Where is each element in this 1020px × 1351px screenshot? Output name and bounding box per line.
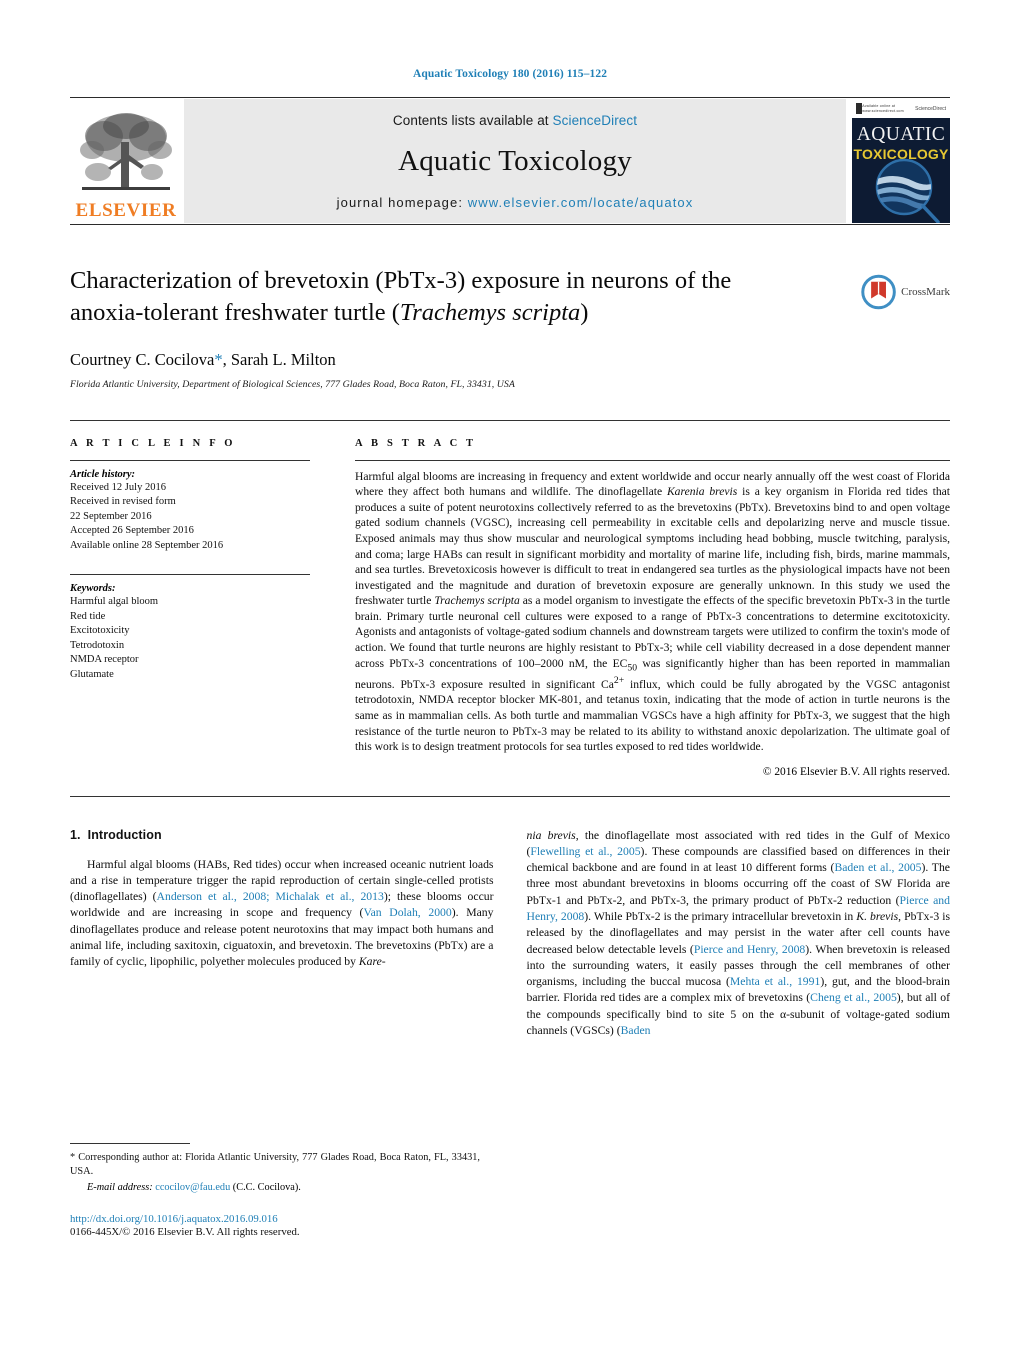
citation-link[interactable]: Mehta et al., 1991 xyxy=(730,975,820,988)
crossmark-label: CrossMark xyxy=(901,286,950,298)
body-columns: 1. Introduction Harmful algal blooms (HAB… xyxy=(70,828,950,1039)
footnote-block: * Corresponding author at: Florida Atlan… xyxy=(70,1143,480,1238)
keyword-item: NMDA receptor xyxy=(70,654,139,666)
intro-paragraph-left: Harmful algal blooms (HABs, Red tides) o… xyxy=(70,857,494,971)
article-history-line: Received 12 July 2016 xyxy=(70,481,166,493)
article-history-line: 22 September 2016 xyxy=(70,510,152,522)
abstract-bottom-rule xyxy=(70,795,950,797)
cover-title-line1: AQUATIC xyxy=(856,124,946,145)
abstract-heading: A B S T R A C T xyxy=(355,437,477,449)
citation-link[interactable]: Cheng et al., 2005 xyxy=(810,991,897,1004)
footnote-rule xyxy=(70,1143,190,1144)
contents-available-line: Contents lists available at ScienceDirec… xyxy=(393,113,637,128)
intro-right-italic-species: nia brevis xyxy=(526,828,576,842)
page-title: Characterization of brevetoxin (PbTx-3) … xyxy=(70,265,870,329)
cover-masthead-right: ScienceDirect xyxy=(915,105,946,112)
email-link[interactable]: ccocilov@fau.edu xyxy=(155,1182,230,1193)
intro-right-italic-kbrevis: K. brevis xyxy=(856,910,899,924)
citation-link[interactable]: Baden et al., 2005 xyxy=(834,861,921,874)
corresponding-author-note: * Corresponding author at: Florida Atlan… xyxy=(70,1152,480,1178)
journal-banner: ELSEVIER Contents lists available at Sci… xyxy=(70,97,950,225)
sciencedirect-link[interactable]: ScienceDirect xyxy=(553,113,638,128)
title-block: Characterization of brevetoxin (PbTx-3) … xyxy=(70,265,950,390)
abstract-text: Harmful algal blooms are increasing in f… xyxy=(355,469,950,755)
author-rest: , Sarah L. Milton xyxy=(222,349,336,369)
cover-artwork-icon xyxy=(875,158,940,223)
journal-homepage-line: journal homepage: www.elsevier.com/locat… xyxy=(337,195,694,210)
intro-paragraph-right: nia brevis, the dinoflagellate most asso… xyxy=(527,828,951,1039)
title-line-2-prefix: anoxia-tolerant freshwater turtle ( xyxy=(70,298,400,326)
article-history-line: Available online 28 September 2016 xyxy=(70,539,224,551)
homepage-prefix: journal homepage: xyxy=(336,195,468,210)
crossmark-icon xyxy=(861,274,896,310)
abstract-rule xyxy=(355,459,950,461)
article-info-column: A R T I C L E I N F O Article history: R… xyxy=(70,438,332,778)
keyword-item: Excitotoxicity xyxy=(70,625,130,637)
banner-center: Contents lists available at ScienceDirec… xyxy=(184,99,846,223)
abstract-column: A B S T R A C T Harmful algal blooms are… xyxy=(332,438,950,778)
email-owner: (C.C. Cocilova). xyxy=(232,1181,301,1193)
citation-link[interactable]: Van Dolah, 2000 xyxy=(363,906,451,919)
keywords-block: Keywords: Harmful algal bloom Red tide E… xyxy=(70,574,310,682)
section-label: Introduction xyxy=(87,827,162,842)
running-head: Aquatic Toxicology 180 (2016) 115–122 xyxy=(412,68,608,80)
elsevier-tree-icon xyxy=(80,113,172,190)
abstract-superscript-calcium: 2+ xyxy=(613,674,625,686)
author-first: Courtney C. Cocilova xyxy=(70,349,215,369)
article-history-label: Article history: xyxy=(70,468,136,480)
abstract-copyright: © 2016 Elsevier B.V. All rights reserved… xyxy=(762,765,950,778)
journal-cover-thumbnail: Available online at www.sciencedirect.co… xyxy=(852,99,950,223)
corresponding-author-marker[interactable]: * xyxy=(214,350,222,369)
doi-block: http://dx.doi.org/10.1016/j.aquatox.2016… xyxy=(70,1213,480,1238)
keyword-item: Glutamate xyxy=(70,668,114,680)
cover-masthead: Available online at www.sciencedirect.co… xyxy=(852,99,950,118)
contents-prefix: Contents lists available at xyxy=(392,113,553,128)
abstract-part-2: is a key organism in Florida red tides t… xyxy=(355,485,951,608)
info-abstract-section: A R T I C L E I N F O Article history: R… xyxy=(70,419,950,778)
body-column-left: 1. Introduction Harmful algal blooms (HAB… xyxy=(70,828,494,1039)
article-history-line: Accepted 26 September 2016 xyxy=(70,525,194,537)
keywords-label: Keywords: xyxy=(70,583,116,595)
keyword-item: Tetrodotoxin xyxy=(70,639,125,651)
doi-link[interactable]: http://dx.doi.org/10.1016/j.aquatox.2016… xyxy=(70,1213,480,1225)
email-line: E-mail address: ccocilov@fau.edu (C.C. C… xyxy=(70,1182,480,1193)
citation-link[interactable]: Anderson et al., 2008; Michalak et al., … xyxy=(157,890,384,903)
citation-link[interactable]: Pierce and Henry, 2008 xyxy=(694,943,805,956)
citation-link[interactable]: Flewelling et al., 2005 xyxy=(530,845,640,858)
article-history-line: Received in revised form xyxy=(70,496,176,508)
intro-right-d: ). While PbTx-2 is the primary intracell… xyxy=(584,910,857,924)
keyword-item: Red tide xyxy=(70,610,106,622)
journal-title: Aquatic Toxicology xyxy=(398,145,632,177)
title-species-name: Trachemys scripta xyxy=(399,298,581,326)
homepage-url-link[interactable]: www.elsevier.com/locate/aquatox xyxy=(468,195,694,210)
keywords-rule xyxy=(70,574,310,576)
intro-left-italic: Kare- xyxy=(358,955,386,969)
abstract-italic-karenia: Karenia brevis xyxy=(666,485,738,499)
crossmark-badge[interactable]: CrossMark xyxy=(860,269,950,315)
title-line-1: Characterization of brevetoxin (PbTx-3) … xyxy=(70,267,732,294)
affiliation: Florida Atlantic University, Department … xyxy=(70,378,515,390)
cover-masthead-text: Available online at www.sciencedirect.co… xyxy=(862,104,904,113)
citation-link[interactable]: Baden xyxy=(621,1024,651,1037)
abstract-italic-trachemys: Trachemys scripta xyxy=(434,594,520,608)
author-list: Courtney C. Cocilova*, Sarah L. Milton xyxy=(70,350,950,370)
section-title-introduction: 1. Introduction xyxy=(70,828,494,842)
email-label: E-mail address: xyxy=(87,1181,153,1193)
paper-page: Aquatic Toxicology 180 (2016) 115–122 EL… xyxy=(0,0,1020,1351)
keyword-item: Harmful algal bloom xyxy=(70,596,159,608)
body-column-right: nia brevis, the dinoflagellate most asso… xyxy=(527,828,951,1039)
elsevier-wordmark: ELSEVIER xyxy=(75,200,177,221)
article-info-rule xyxy=(70,459,310,461)
section-number: 1. xyxy=(70,827,81,842)
issn-copyright-line: 0166-445X/© 2016 Elsevier B.V. All right… xyxy=(70,1225,300,1238)
title-line-2-suffix: ) xyxy=(580,298,589,326)
abstract-subscript-ec50: 50 xyxy=(627,661,638,673)
elsevier-logo: ELSEVIER xyxy=(70,98,182,224)
article-info-heading: A R T I C L E I N F O xyxy=(70,437,236,449)
